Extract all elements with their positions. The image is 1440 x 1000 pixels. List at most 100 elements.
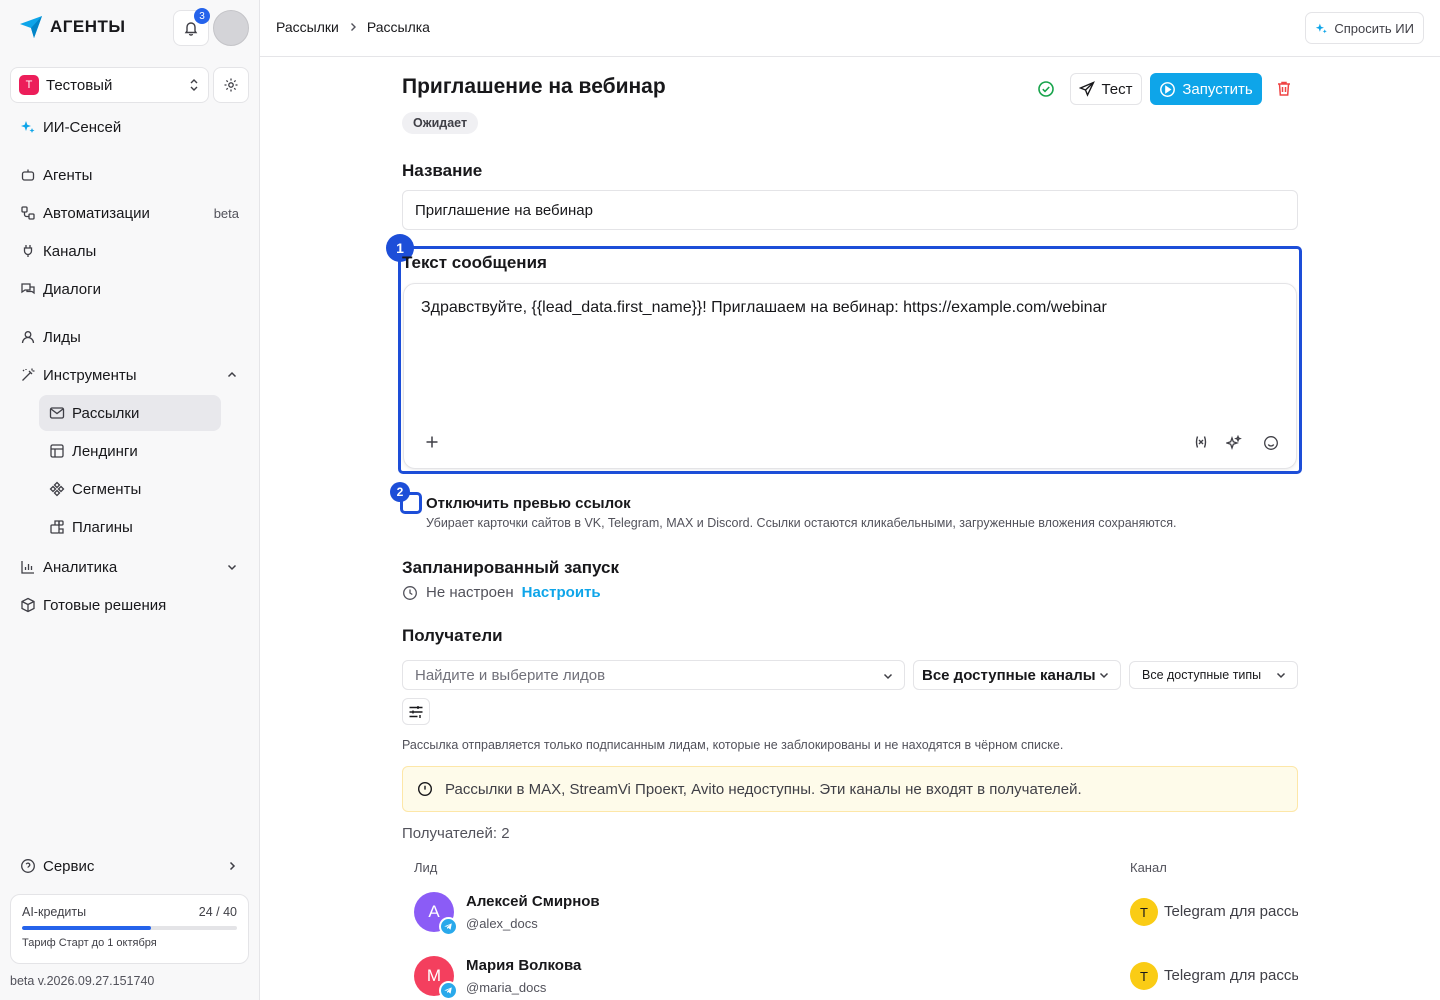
sidebar-item-label: Аналитика <box>43 558 118 576</box>
check-circle-icon <box>1037 80 1055 98</box>
bar-chart-icon <box>20 559 36 575</box>
run-label: Запустить <box>1182 80 1253 98</box>
workspace-letter: Т <box>19 75 39 95</box>
highlight-badge-2: 2 <box>390 482 410 502</box>
sidebar-item-label: Лиды <box>43 328 81 346</box>
clock-icon <box>402 585 418 601</box>
message-label: Текст сообщения <box>402 253 547 272</box>
table-row[interactable]: М Мария Волкова @maria_docs T Telegram д… <box>402 956 1298 1000</box>
warning-text: Рассылки в MAX, StreamVi Проект, Avito н… <box>445 780 1082 798</box>
schedule-label: Запланированный запуск <box>402 558 619 577</box>
credits-label: AI-кредиты <box>22 905 87 919</box>
ai-credits-card[interactable]: AI-кредиты 24 / 40 Тариф Старт до 1 октя… <box>10 894 249 964</box>
sidebar-item-channels[interactable]: Каналы <box>10 233 250 269</box>
schedule-row: Не настроен Настроить <box>402 584 601 601</box>
bot-icon <box>20 167 36 183</box>
notifications-count-badge: 3 <box>194 8 210 24</box>
ai-sparkle-icon[interactable] <box>1226 435 1242 451</box>
types-select-value: Все доступные типы <box>1142 668 1262 682</box>
disable-preview-label[interactable]: Отключить превью ссылок <box>426 495 631 512</box>
sliders-icon <box>408 705 424 719</box>
layout-icon <box>49 443 65 459</box>
emoji-icon[interactable] <box>1263 435 1279 451</box>
table-row[interactable]: А Алексей Смирнов @alex_docs T Telegram … <box>402 892 1298 936</box>
sidebar-item-leads[interactable]: Лиды <box>10 319 250 355</box>
ask-ai-button[interactable]: Спросить ИИ <box>1305 12 1424 44</box>
sparkle-icon <box>1315 22 1328 35</box>
lead-avatar: М <box>414 956 458 1000</box>
sidebar-item-service[interactable]: Сервис <box>10 848 250 884</box>
variable-icon[interactable] <box>1194 435 1208 449</box>
chevron-down-icon <box>226 561 238 573</box>
disable-preview-description: Убирает карточки сайтов в VK, Telegram, … <box>426 516 1177 530</box>
schedule-status: Не настроен <box>426 584 514 601</box>
sidebar-item-label: Автоматизации <box>43 204 150 222</box>
sidebar-item-agents[interactable]: Агенты <box>10 157 250 193</box>
chevron-up-icon <box>226 369 238 381</box>
lead-search-select[interactable]: Найдите и выберите лидов <box>402 660 905 690</box>
plus-icon[interactable] <box>425 435 439 449</box>
sidebar-item-label: Готовые решения <box>43 596 167 614</box>
channel-name: Telegram для рассылок <box>1164 903 1298 920</box>
beta-badge: beta <box>213 205 239 221</box>
gear-icon <box>223 77 239 93</box>
breadcrumb-item-mailings[interactable]: Рассылки <box>276 19 339 35</box>
delete-icon[interactable] <box>1276 80 1292 97</box>
workflow-icon <box>20 205 36 221</box>
column-header-channel: Канал <box>1130 860 1167 875</box>
user-icon <box>20 329 36 345</box>
status-badge: Ожидает <box>402 112 479 134</box>
schedule-configure-link[interactable]: Настроить <box>522 584 601 601</box>
telegram-icon <box>439 981 458 1000</box>
types-select[interactable]: Все доступные типы <box>1129 661 1298 689</box>
top-bar: Рассылки Рассылка Спросить ИИ <box>260 0 1440 57</box>
sidebar-item-segments[interactable]: Сегменты <box>39 471 221 507</box>
workspace-select[interactable]: Т Тестовый <box>10 67 209 103</box>
message-editor[interactable]: Здравствуйте, {{lead_data.first_name}}! … <box>403 283 1297 469</box>
message-text[interactable]: Здравствуйте, {{lead_data.first_name}}! … <box>421 299 1107 317</box>
recipients-count: Получателей: 2 <box>402 825 510 842</box>
recipients-note: Рассылка отправляется только подписанным… <box>402 738 1064 752</box>
chevron-right-icon <box>226 860 238 872</box>
sidebar-item-tools[interactable]: Инструменты <box>10 357 250 393</box>
filter-button[interactable] <box>402 698 430 725</box>
sparkle-icon <box>20 119 36 135</box>
test-button[interactable]: Тест <box>1070 73 1142 105</box>
channels-select-value: Все доступные каналы <box>922 666 1096 684</box>
logo-icon <box>18 14 44 40</box>
avatar-initial: А <box>428 902 440 921</box>
logo[interactable]: АГЕНТЫ <box>18 14 126 40</box>
name-input[interactable]: Приглашение на вебинар <box>402 190 1298 230</box>
sidebar-item-plugins[interactable]: Плагины <box>39 509 221 545</box>
sidebar-item-analytics[interactable]: Аналитика <box>10 549 250 585</box>
sidebar-item-dialogs[interactable]: Диалоги <box>10 271 250 307</box>
lead-search-placeholder: Найдите и выберите лидов <box>415 666 606 684</box>
chat-icon <box>20 281 36 297</box>
lead-name: Алексей Смирнов <box>466 893 600 910</box>
brand-name: АГЕНТЫ <box>50 17 126 36</box>
plan-info: Тариф Старт до 1 октября <box>22 937 157 949</box>
sidebar-item-mailings[interactable]: Рассылки <box>39 395 221 431</box>
run-button[interactable]: Запустить <box>1150 73 1262 105</box>
breadcrumb-item-current: Рассылка <box>366 19 430 35</box>
workspace-settings-button[interactable] <box>213 67 249 103</box>
notifications-button[interactable]: 3 <box>173 8 210 46</box>
play-circle-icon <box>1159 81 1176 98</box>
telegram-icon <box>439 917 458 936</box>
column-header-lead: Лид <box>414 860 438 875</box>
sidebar-item-label: ИИ-Сенсей <box>43 118 122 136</box>
warning-banner: Рассылки в MAX, StreamVi Проект, Avito н… <box>402 766 1298 812</box>
plug-icon <box>20 243 36 259</box>
sidebar-item-label: Агенты <box>43 166 93 184</box>
lead-handle: @maria_docs <box>466 980 547 995</box>
sidebar-item-label: Сегменты <box>72 480 142 498</box>
blocks-icon <box>49 519 65 535</box>
name-label: Название <box>402 161 483 180</box>
channels-select[interactable]: Все доступные каналы <box>913 660 1121 690</box>
user-avatar[interactable] <box>213 10 249 46</box>
sidebar-item-automations[interactable]: Автоматизации beta <box>10 195 250 231</box>
sidebar-item-ai-sensei[interactable]: ИИ-Сенсей <box>10 109 250 145</box>
sidebar-item-landings[interactable]: Лендинги <box>39 433 221 469</box>
breadcrumb: Рассылки Рассылка <box>276 19 430 35</box>
sidebar-item-ready-solutions[interactable]: Готовые решения <box>10 587 250 623</box>
